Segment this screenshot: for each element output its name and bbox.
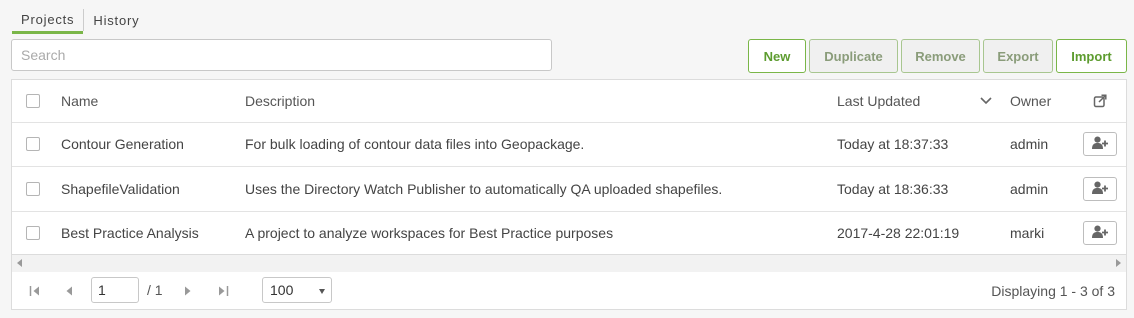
caret-down-icon [319,289,325,294]
page-size-select[interactable]: 100 [262,277,332,303]
scroll-right-icon[interactable] [1116,259,1121,267]
search-input[interactable] [11,39,552,71]
project-description: A project to analyze workspaces for Best… [245,224,614,241]
page-number-input[interactable] [91,277,139,303]
page-size-value: 100 [270,282,294,298]
horizontal-scrollbar[interactable] [11,255,1127,272]
row-select-cell [26,166,44,211]
row-action-cell [1083,122,1117,166]
row-action-cell [1083,211,1117,254]
import-button[interactable]: Import [1056,39,1127,73]
project-description: Uses the Directory Watch Publisher to au… [245,180,723,197]
project-toolbar: New Duplicate Remove Export Import [748,39,1127,73]
tab-projects[interactable]: Projects [12,12,84,34]
share-project-button[interactable] [1083,220,1117,245]
add-user-icon [1092,225,1108,241]
select-all-checkbox[interactable] [26,94,40,108]
share-project-button[interactable] [1083,132,1117,156]
project-owner: marki [1010,224,1045,241]
total-pages: / 1 [147,282,163,298]
project-last-updated: Today at 18:37:33 [837,136,949,152]
export-button[interactable]: Export [983,39,1053,73]
project-name[interactable]: Best Practice Analysis [61,211,199,254]
table-row[interactable]: Contour Generation For bulk loading of c… [12,122,1126,167]
first-page-icon[interactable] [28,284,42,298]
row-select-cell [26,122,44,166]
share-project-button[interactable] [1083,176,1117,201]
row-checkbox[interactable] [26,181,40,196]
row-checkbox[interactable] [26,225,40,240]
project-last-updated: 2017-4-28 22:01:19 [837,224,960,241]
project-name[interactable]: ShapefileValidation [61,166,180,211]
duplicate-button[interactable]: Duplicate [809,39,898,73]
row-action-cell [1083,166,1117,211]
next-page-icon[interactable] [181,284,195,298]
scroll-left-icon[interactable] [17,259,22,267]
chevron-down-icon[interactable] [980,80,992,122]
project-owner: admin [1010,180,1049,197]
add-user-icon [1092,136,1108,152]
tab-bar: Projects History [12,6,148,34]
row-select-cell [26,211,44,254]
displaying-count: Displaying 1 - 3 of 3 [991,283,1115,299]
select-all-cell [26,80,44,122]
share-export-icon[interactable] [1083,80,1117,122]
project-description: For bulk loading of contour data files i… [245,136,585,152]
column-header-name[interactable]: Name [61,80,98,122]
remove-button[interactable]: Remove [901,39,980,73]
column-header-last-updated[interactable]: Last Updated [837,80,920,122]
column-header-owner[interactable]: Owner [1010,80,1051,122]
table-header: Name Description Last Updated Owner [12,80,1126,123]
column-header-description[interactable]: Description [245,80,315,122]
add-user-icon [1092,181,1108,197]
project-owner: admin [1010,136,1049,152]
previous-page-icon[interactable] [62,284,76,298]
tab-history[interactable]: History [84,13,148,34]
new-button[interactable]: New [748,39,806,73]
project-last-updated: Today at 18:36:33 [837,180,949,197]
project-name[interactable]: Contour Generation [61,122,184,166]
table-row[interactable]: ShapefileValidation Uses the Directory W… [12,166,1126,212]
row-checkbox[interactable] [26,137,40,151]
pagination-bar: / 1 100 Displaying 1 - 3 of 3 [11,272,1127,310]
table-row[interactable]: Best Practice Analysis A project to anal… [12,211,1126,254]
projects-table: Name Description Last Updated Owner Cont… [11,79,1127,255]
last-page-icon[interactable] [216,284,230,298]
